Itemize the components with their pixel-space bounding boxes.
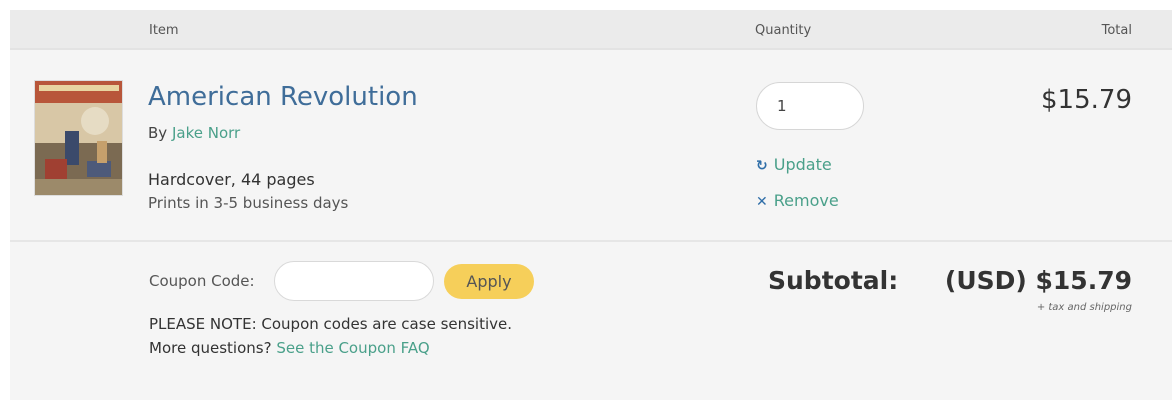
column-header-total: Total: [1101, 23, 1132, 38]
item-format: Hardcover, 44 pages: [148, 170, 315, 189]
coupon-code-input[interactable]: [274, 261, 434, 301]
author-link[interactable]: Jake Norr: [172, 124, 240, 142]
apply-coupon-button[interactable]: Apply: [444, 264, 534, 299]
update-button[interactable]: ↻ Update: [756, 155, 832, 174]
book-cover-image[interactable]: [34, 80, 123, 196]
remove-label: Remove: [773, 191, 839, 210]
cart-item-row: American Revolution By Jake Norr Hardcov…: [10, 52, 1172, 242]
questions-prefix: More questions?: [149, 339, 272, 357]
item-title[interactable]: American Revolution: [148, 82, 418, 112]
quantity-input[interactable]: [756, 82, 864, 130]
close-icon: ✕: [756, 194, 768, 210]
shipping-note: Prints in 3-5 business days: [148, 194, 349, 212]
tax-shipping-note: + tax and shipping: [1036, 302, 1132, 313]
column-header-quantity: Quantity: [755, 23, 812, 38]
remove-button[interactable]: ✕ Remove: [756, 191, 839, 210]
refresh-icon: ↻: [756, 158, 768, 174]
subtotal-label: Subtotal:: [768, 266, 899, 295]
coupon-note: PLEASE NOTE: Coupon codes are case sensi…: [149, 315, 513, 333]
coupon-faq-link[interactable]: See the Coupon FAQ: [276, 339, 429, 357]
cart-header: Item Quantity Total: [10, 10, 1172, 50]
by-prefix: By: [148, 124, 168, 142]
update-label: Update: [773, 155, 832, 174]
shopping-cart: Item Quantity Total American Revolution …: [10, 10, 1172, 400]
coupon-label: Coupon Code:: [149, 272, 255, 290]
coupon-questions: More questions? See the Coupon FAQ: [149, 339, 430, 357]
item-byline: By Jake Norr: [148, 124, 240, 142]
subtotal-value: (USD) $15.79: [944, 266, 1132, 295]
line-total: $15.79: [1041, 85, 1132, 115]
column-header-item: Item: [149, 23, 179, 38]
